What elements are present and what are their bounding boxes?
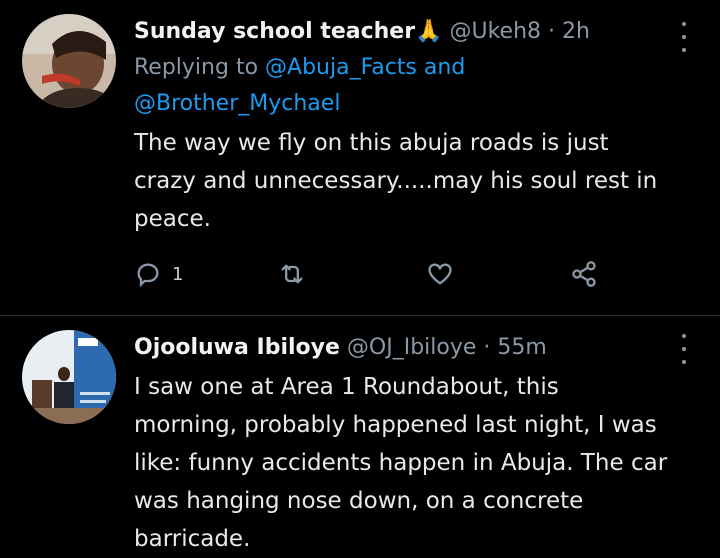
mention-link[interactable]: @Brother_Mychael [134, 91, 340, 116]
pray-emoji-icon: 🙏 [415, 19, 443, 44]
like-button[interactable] [426, 256, 454, 292]
tweet-text: I saw one at Area 1 Roundabout, this mor… [134, 374, 668, 552]
user-handle[interactable]: @Ukeh8 [449, 19, 541, 44]
retweet-icon [281, 264, 303, 284]
tweet-header: Sunday school teacher🙏 @Ukeh8 · 2h [134, 14, 668, 50]
display-name[interactable]: Ojooluwa Ibiloye [134, 335, 340, 360]
mention-link[interactable]: @Abuja_Facts [265, 55, 417, 80]
separator-dot: · [548, 19, 556, 44]
tweet-2[interactable]: Ojooluwa Ibiloye @OJ_Ibiloye · 55m I saw… [0, 316, 720, 552]
retweet-button[interactable] [278, 256, 306, 292]
tweet-text: The way we fly on this abuja roads is ju… [134, 130, 658, 232]
replying-to: Replying to @Abuja_Facts and @Brother_My… [134, 50, 668, 122]
replying-prefix: Replying to [134, 55, 259, 80]
replying-and: and [423, 55, 466, 80]
more-options-icon[interactable] [672, 334, 696, 364]
reply-count: 1 [172, 263, 184, 285]
tweet-actions: 1 [134, 256, 668, 292]
tweet-header: Ojooluwa Ibiloye @OJ_Ibiloye · 55m [134, 330, 668, 366]
share-button[interactable] [570, 256, 598, 292]
like-icon [428, 263, 452, 285]
timestamp[interactable]: 55m [497, 335, 546, 360]
share-icon [572, 261, 596, 287]
reply-button[interactable]: 1 [134, 256, 183, 292]
avatar[interactable] [22, 14, 116, 108]
timestamp[interactable]: 2h [562, 19, 590, 44]
separator-dot: · [483, 335, 491, 360]
user-handle[interactable]: @OJ_Ibiloye [347, 335, 477, 360]
more-options-icon[interactable] [672, 22, 696, 52]
reply-icon [137, 263, 159, 288]
tweet-content: Ojooluwa Ibiloye @OJ_Ibiloye · 55m I saw… [134, 330, 668, 558]
display-name[interactable]: Sunday school teacher [134, 19, 415, 44]
tweet-1[interactable]: Sunday school teacher🙏 @Ukeh8 · 2h Reply… [0, 0, 720, 316]
avatar[interactable] [22, 330, 116, 424]
tweet-content: Sunday school teacher🙏 @Ukeh8 · 2h Reply… [134, 14, 668, 238]
